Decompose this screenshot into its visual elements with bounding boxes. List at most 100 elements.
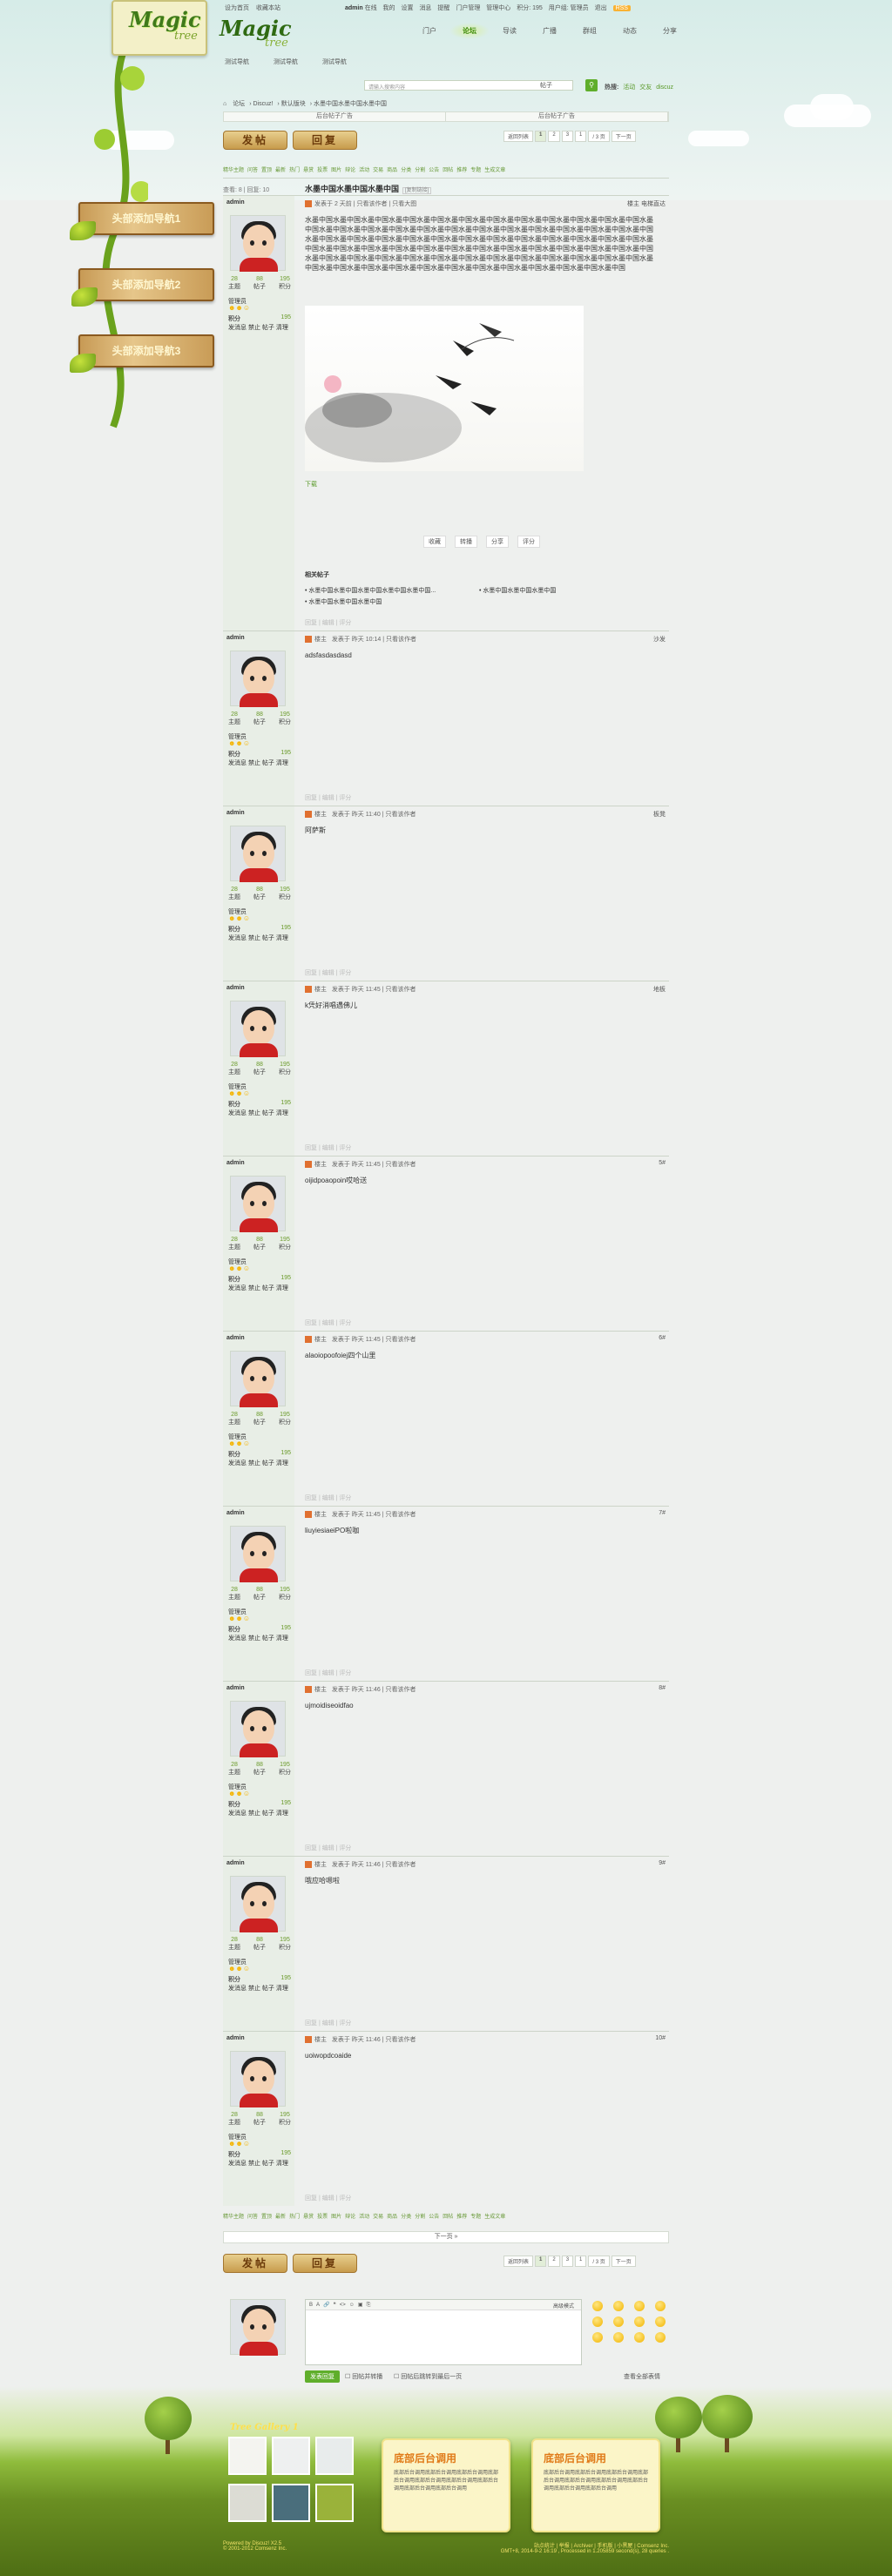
- link-icon[interactable]: 🔗: [323, 2303, 329, 2308]
- smiley-icon[interactable]: [634, 2301, 645, 2311]
- post-actions[interactable]: 回复 | 编辑 | 评分: [305, 1143, 351, 1152]
- subnav-item[interactable]: 测试导航: [274, 57, 298, 66]
- avatar[interactable]: [230, 2051, 286, 2107]
- author-name[interactable]: admin: [226, 199, 245, 206]
- avatar[interactable]: [230, 1526, 286, 1582]
- smiley-icon[interactable]: [613, 2332, 624, 2343]
- tab[interactable]: 最新: [275, 168, 286, 173]
- floor-jump[interactable]: 楼主 电梯直达: [627, 199, 666, 208]
- related-link[interactable]: • 水墨中国水墨中国水墨中国水墨中国水墨中国...: [305, 586, 479, 595]
- floor-number[interactable]: 5#: [659, 1160, 666, 1166]
- gallery-thumb[interactable]: [315, 2484, 354, 2522]
- user-item[interactable]: 设置: [401, 5, 413, 11]
- post-actions[interactable]: 回复 | 编辑 | 评分: [305, 2019, 351, 2027]
- logo-sign[interactable]: Magic tree: [112, 0, 207, 56]
- post-actions[interactable]: 回复 | 编辑 | 评分: [305, 1318, 351, 1327]
- download-link[interactable]: 下载: [305, 480, 317, 489]
- tab[interactable]: 公告: [429, 168, 439, 173]
- related-link[interactable]: • 水墨中国水墨中国水墨中国: [305, 597, 479, 606]
- stat[interactable]: 195 积分: [279, 1062, 291, 1076]
- tab[interactable]: 辩论: [345, 2215, 355, 2220]
- nav-item-portal[interactable]: 门户: [409, 23, 449, 39]
- user-item[interactable]: 管理中心: [486, 5, 510, 11]
- reply-button[interactable]: 回复: [293, 131, 357, 150]
- stat[interactable]: 28 主题: [228, 1062, 240, 1076]
- author-actions[interactable]: 发消息 禁止 帖子 清理: [228, 1284, 288, 1292]
- author-name[interactable]: admin: [226, 1160, 245, 1166]
- quote-icon[interactable]: ❝: [334, 2303, 336, 2308]
- stat[interactable]: 195 积分: [279, 1237, 291, 1251]
- stat[interactable]: 195 积分: [279, 1762, 291, 1777]
- post-actions[interactable]: 回复 | 编辑 | 评分: [305, 1669, 351, 1677]
- floor-number[interactable]: 沙发: [653, 635, 666, 644]
- smiley-icon[interactable]: ☺: [349, 2303, 355, 2308]
- stat[interactable]: 88 帖子: [253, 1237, 266, 1251]
- option-jump-checkbox[interactable]: ☐ 回帖后跳转到最后一页: [394, 2372, 462, 2381]
- post-actions[interactable]: 回复 | 编辑 | 评分: [305, 1494, 351, 1502]
- avatar[interactable]: [230, 1176, 286, 1232]
- author-actions[interactable]: 发消息 禁止 帖子 清理: [228, 759, 288, 767]
- gallery-thumb[interactable]: [272, 2484, 310, 2522]
- floor-number[interactable]: 9#: [659, 1860, 666, 1866]
- search-type-select[interactable]: 帖子: [540, 81, 552, 90]
- avatar[interactable]: [230, 2299, 286, 2356]
- author-actions[interactable]: 发消息 禁止 帖子 清理: [228, 1809, 288, 1817]
- floor-number[interactable]: 6#: [659, 1335, 666, 1341]
- stat[interactable]: 28 主题: [228, 1587, 240, 1602]
- sidebar-nav-3[interactable]: 头部添加导航3: [78, 334, 214, 368]
- tab[interactable]: 专题: [470, 168, 481, 173]
- smiley-icon[interactable]: [634, 2316, 645, 2327]
- smiley-icon[interactable]: [634, 2332, 645, 2343]
- smiley-icon[interactable]: [592, 2301, 603, 2311]
- avatar[interactable]: [230, 651, 286, 707]
- reply-editor[interactable]: B A 🔗 ❝ <> ☺ ▣ ⎘ 高级模式: [305, 2299, 582, 2365]
- user-item[interactable]: 我的: [383, 5, 395, 11]
- image-icon[interactable]: ▣: [358, 2303, 363, 2308]
- tab[interactable]: 交易: [373, 168, 383, 173]
- home-icon[interactable]: ⌂: [223, 101, 226, 107]
- tab[interactable]: 交易: [373, 2215, 383, 2220]
- tab[interactable]: 活动: [359, 2215, 369, 2220]
- hot-search-link[interactable]: discuz: [656, 84, 673, 91]
- tab[interactable]: 回帖: [443, 2215, 453, 2220]
- smiley-icon[interactable]: [655, 2316, 666, 2327]
- tab[interactable]: 最新: [275, 2215, 286, 2220]
- nav-item-guide[interactable]: 导读: [490, 23, 530, 39]
- user-item[interactable]: 门户管理: [456, 5, 480, 11]
- tab[interactable]: 推荐: [456, 2215, 467, 2220]
- avatar[interactable]: [230, 215, 286, 272]
- stat[interactable]: 88 帖子: [253, 2112, 266, 2127]
- tab[interactable]: 分类: [401, 168, 411, 173]
- floor-number[interactable]: 8#: [659, 1685, 666, 1691]
- post-actions[interactable]: 回复 | 编辑 | 评分: [305, 618, 351, 627]
- tab[interactable]: 辩论: [345, 168, 355, 173]
- post-actions[interactable]: 回复 | 编辑 | 评分: [305, 2194, 351, 2202]
- author-actions[interactable]: 发消息 禁止 帖子 清理: [228, 2159, 288, 2168]
- reply-button-bottom[interactable]: 回复: [293, 2254, 357, 2273]
- stat[interactable]: 28 主题: [228, 711, 240, 726]
- stat[interactable]: 88 帖子: [253, 1762, 266, 1777]
- tab[interactable]: 分割: [415, 168, 425, 173]
- user-item[interactable]: 退出: [595, 5, 607, 11]
- breadcrumb-item[interactable]: 论坛: [233, 101, 245, 107]
- tab[interactable]: 置顶: [261, 2215, 272, 2220]
- post-actions[interactable]: 回复 | 编辑 | 评分: [305, 1844, 351, 1852]
- all-smilies-link[interactable]: 查看全部表情: [624, 2372, 660, 2381]
- floor-number[interactable]: 板凳: [653, 810, 666, 819]
- set-home-link[interactable]: 设为首页: [225, 5, 249, 11]
- stat[interactable]: 195 积分: [279, 1937, 291, 1952]
- nav-item-broadcast[interactable]: 广播: [530, 23, 570, 39]
- smiley-icon[interactable]: [655, 2301, 666, 2311]
- page-link[interactable]: 1: [535, 131, 547, 142]
- smiley-icon[interactable]: [613, 2316, 624, 2327]
- author-name[interactable]: admin: [226, 1335, 245, 1341]
- author-name[interactable]: admin: [226, 1860, 245, 1866]
- advanced-mode-link[interactable]: 高级模式: [553, 2302, 574, 2310]
- avatar[interactable]: [230, 1001, 286, 1057]
- gallery-thumb[interactable]: [228, 2484, 267, 2522]
- related-link[interactable]: • 水墨中国水墨中国水墨中国: [479, 586, 653, 595]
- tab[interactable]: 公告: [429, 2215, 439, 2220]
- tab[interactable]: 投票: [317, 2215, 328, 2220]
- stat[interactable]: 195 积分: [279, 276, 291, 291]
- smiley-icon[interactable]: [592, 2332, 603, 2343]
